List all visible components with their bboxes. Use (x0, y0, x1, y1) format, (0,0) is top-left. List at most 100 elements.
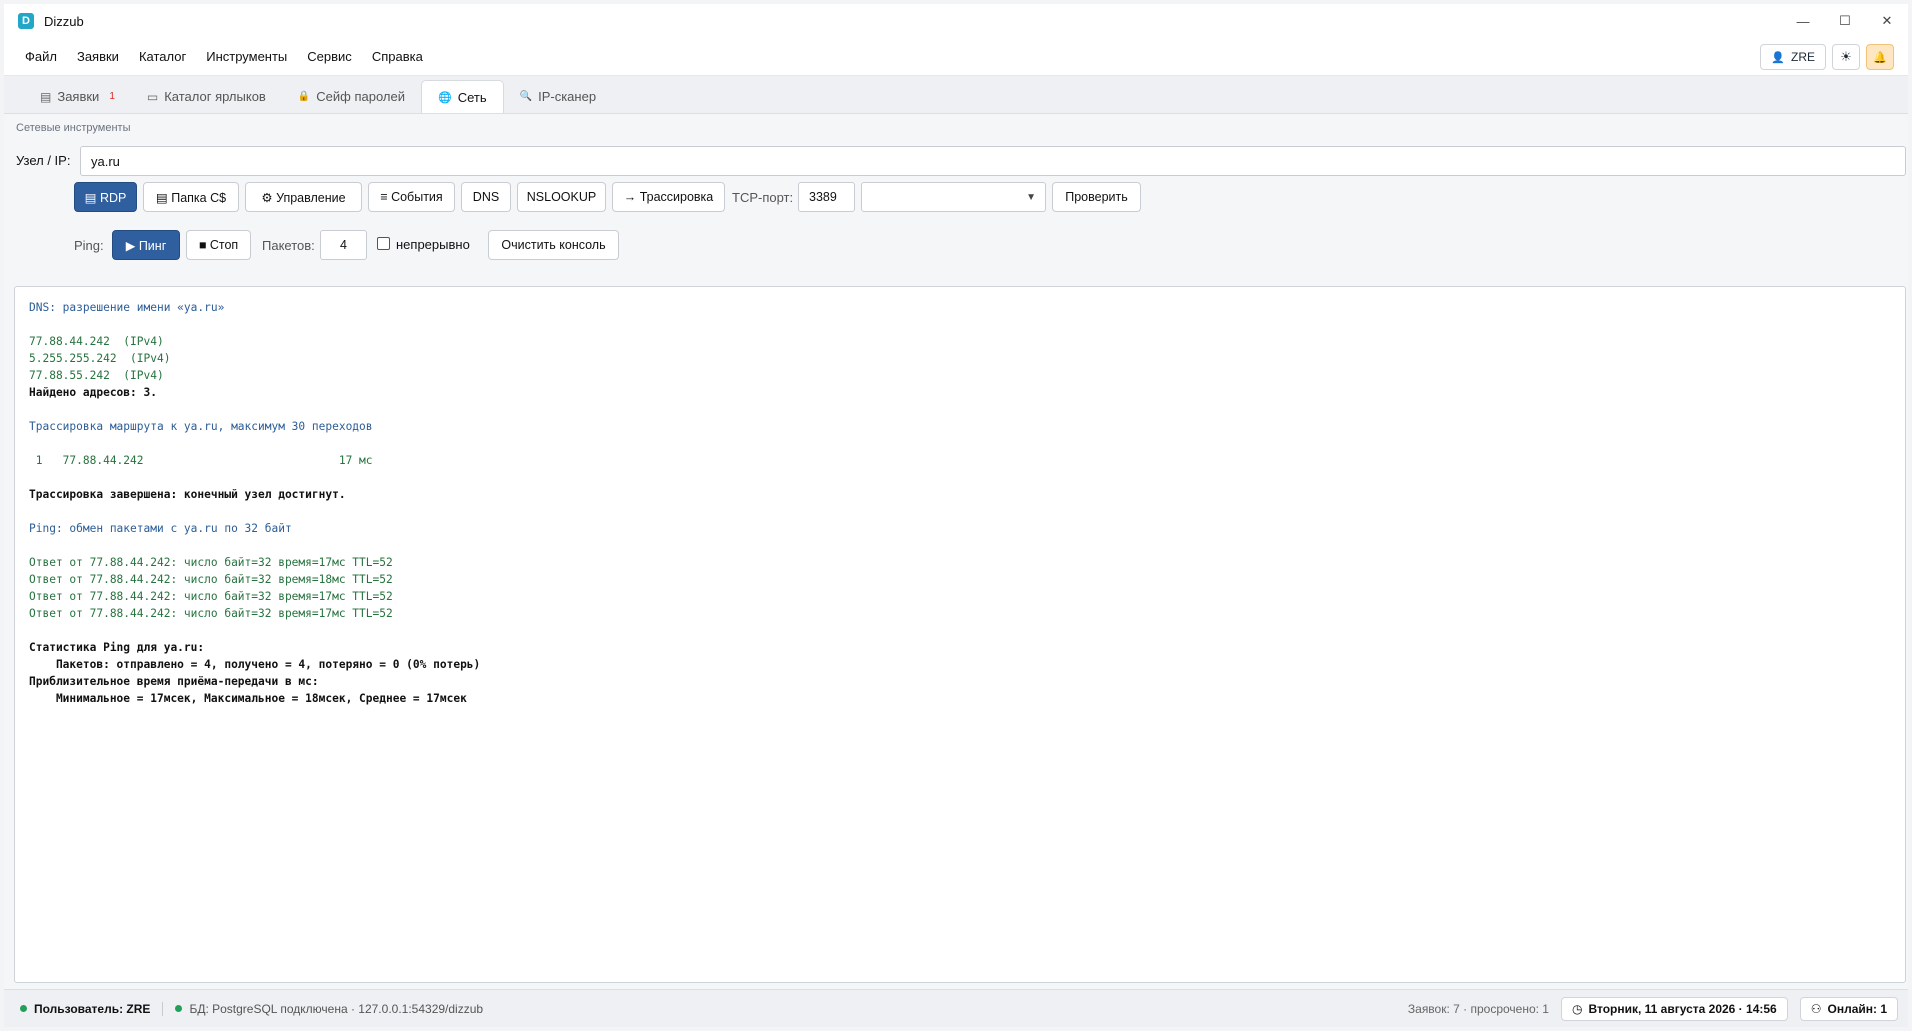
folder-icon: ▭ (146, 89, 159, 104)
users-icon: ⚇ (1810, 1002, 1822, 1016)
console-output[interactable]: DNS: разрешение имени «ya.ru» 77.88.44.24… (14, 286, 1906, 983)
check-port-button[interactable]: Проверить (1052, 182, 1141, 212)
console-line: Приблизительное время приёма-передачи в … (29, 675, 319, 688)
theme-toggle-button[interactable]: ☀ (1832, 44, 1860, 70)
host-label: Узел / IP: (16, 153, 71, 168)
events-button[interactable]: ≡ События (368, 182, 455, 212)
admin-share-button[interactable]: ▤ Папка C$ (143, 182, 239, 212)
menu-requests[interactable]: Заявки (67, 49, 129, 64)
minimize-button[interactable]: — (1782, 4, 1824, 38)
service-select[interactable]: ▼ (861, 182, 1046, 212)
console-line: Статистика Ping для ya.ru: (29, 641, 205, 654)
console-line: Найдено адресов: 3. (29, 386, 157, 399)
console-line: DNS: разрешение имени «ya.ru» (29, 301, 225, 314)
status-right: Заявок: 7 · просрочено: 1 ◷ Вторник, 11 … (1408, 997, 1898, 1021)
continuous-label: непрерывно (396, 237, 470, 252)
console-line: Трассировка маршрута к ya.ru, максимум 3… (29, 420, 373, 433)
ping-label: Ping: (74, 238, 104, 253)
host-input[interactable] (80, 146, 1906, 176)
status-user: Пользователь: ZRE (20, 1002, 150, 1016)
close-button[interactable]: ✕ (1866, 4, 1908, 38)
status-bar: Пользователь: ZRE БД: PostgreSQL подключ… (4, 989, 1908, 1027)
tab-bar: ▤ Заявки 1 ▭ Каталог ярлыков 🔒 Сейф паро… (4, 76, 1908, 114)
user-button[interactable]: 👤 ZRE (1760, 44, 1826, 70)
chevron-down-icon: ▼ (1026, 192, 1036, 203)
section-title: Сетевые инструменты (16, 122, 131, 134)
status-dot-icon (20, 1005, 27, 1012)
packets-label: Пакетов: (262, 238, 315, 253)
console-line: 77.88.44.242 (IPv4) (29, 335, 164, 348)
console-line: 77.88.55.242 (IPv4) (29, 369, 164, 382)
status-db-label: БД: PostgreSQL подключена · 127.0.0.1:54… (189, 1001, 484, 1016)
tab-ip-scanner[interactable]: 🔍 IP-сканер (504, 80, 612, 113)
divider (162, 1001, 164, 1016)
console-line: 1 77.88.44.242 17 мс (29, 454, 373, 467)
tab-label: Сеть (457, 89, 487, 105)
bell-icon: 🔔 (1873, 51, 1887, 64)
tcp-port-input[interactable] (798, 182, 855, 212)
ping-button[interactable]: ▶ Пинг (112, 230, 180, 260)
rdp-button[interactable]: ▤ RDP (74, 182, 137, 212)
console-line: Пакетов: отправлено = 4, получено = 4, п… (29, 658, 481, 671)
clock-icon: ◷ (1571, 1002, 1583, 1016)
tab-shortcut-catalog[interactable]: ▭ Каталог ярлыков (131, 80, 282, 113)
console-line: Ответ от 77.88.44.242: число байт=32 вре… (29, 607, 393, 620)
notifications-button[interactable]: 🔔 (1866, 44, 1894, 70)
requests-count: Заявок: 7 · просрочено: 1 (1407, 1002, 1549, 1016)
menu-help[interactable]: Справка (362, 49, 433, 64)
online-pill[interactable]: ⚇ Онлайн: 1 (1799, 997, 1898, 1021)
tab-password-vault[interactable]: 🔒 Сейф паролей (282, 80, 421, 113)
datetime-pill: ◷ Вторник, 11 августа 2026 · 14:56 (1560, 997, 1788, 1021)
window-controls: — ☐ ✕ (1782, 4, 1908, 38)
app-logo-icon: D (18, 13, 34, 29)
clear-console-button[interactable]: Очистить консоль (488, 230, 619, 260)
tab-label: Заявки (57, 89, 100, 104)
title-bar: D Dizzub — ☐ ✕ (4, 4, 1908, 38)
datetime-label: Вторник, 11 августа 2026 · 14:56 (1588, 1002, 1777, 1016)
search-icon: 🔍 (519, 91, 533, 102)
menubar-actions: 👤 ZRE ☀ 🔔 (1760, 44, 1894, 70)
menu-catalog[interactable]: Каталог (129, 49, 196, 64)
tab-label: IP-сканер (538, 89, 597, 104)
app-window: D Dizzub — ☐ ✕ Файл Заявки Каталог Инстр… (4, 4, 1908, 1027)
console-line: 5.255.255.242 (IPv4) (29, 352, 171, 365)
traceroute-button[interactable]: → Трассировка (612, 182, 725, 212)
sun-icon: ☀ (1840, 49, 1852, 64)
tab-label: Сейф паролей (316, 89, 406, 104)
maximize-button[interactable]: ☐ (1824, 4, 1866, 38)
stop-button[interactable]: ■ Стоп (186, 230, 251, 260)
nslookup-button[interactable]: NSLOOKUP (517, 182, 606, 212)
online-label: Онлайн: 1 (1827, 1002, 1887, 1016)
console-line: Трассировка завершена: конечный узел дос… (29, 488, 346, 501)
status-dot-icon (175, 1005, 183, 1012)
globe-icon: 🌐 (438, 91, 452, 104)
menu-service[interactable]: Сервис (297, 49, 362, 64)
status-db: БД: PostgreSQL подключена · 127.0.0.1:54… (175, 1002, 483, 1016)
list-icon: ▤ (40, 89, 52, 104)
lock-icon: 🔒 (297, 91, 311, 102)
tab-label: Каталог ярлыков (164, 89, 266, 104)
tab-requests[interactable]: ▤ Заявки 1 (24, 80, 131, 113)
menu-file[interactable]: Файл (15, 49, 67, 64)
tab-badge: 1 (109, 91, 115, 102)
console-line: Ответ от 77.88.44.242: число байт=32 вре… (29, 556, 393, 569)
console-line: Ping: обмен пакетами с ya.ru по 32 байт (29, 522, 292, 535)
menu-tools[interactable]: Инструменты (196, 49, 297, 64)
dns-button[interactable]: DNS (461, 182, 511, 212)
window-title: Dizzub (44, 13, 84, 29)
user-icon: 👤 (1771, 51, 1785, 64)
tab-network[interactable]: 🌐 Сеть (421, 80, 504, 113)
console-line: Минимальное = 17мсек, Максимальное = 18м… (29, 692, 467, 705)
packets-input[interactable] (320, 230, 367, 260)
continuous-checkbox[interactable] (377, 237, 390, 250)
manage-button[interactable]: ⚙ Управление (245, 182, 362, 212)
console-line: Ответ от 77.88.44.242: число байт=32 вре… (29, 590, 393, 603)
menu-bar: Файл Заявки Каталог Инструменты Сервис С… (4, 38, 1908, 76)
